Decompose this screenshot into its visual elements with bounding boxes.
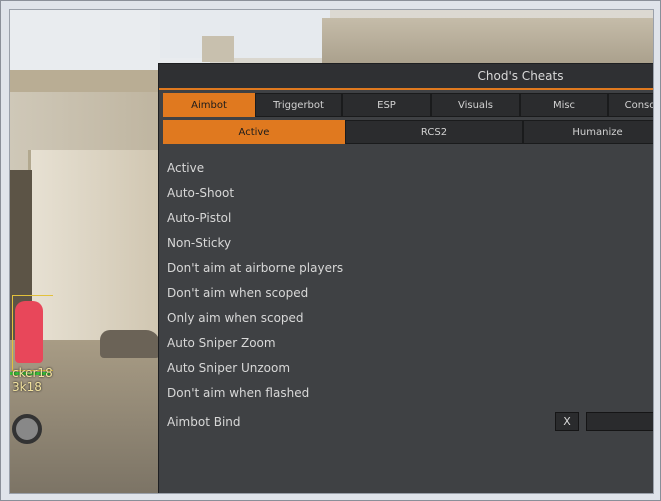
option-auto-pistol[interactable]: Auto-Pistol	[167, 206, 343, 231]
tab-console[interactable]: Conso	[608, 93, 653, 117]
tab-aimbot[interactable]: Aimbot	[163, 93, 255, 117]
menu-title: Chod's Cheats	[477, 69, 564, 83]
rubble	[100, 330, 160, 358]
main-tabs: Aimbot Triggerbot ESP Visuals Misc Conso	[159, 93, 653, 117]
option-no-aim-scoped[interactable]: Don't aim when scoped	[167, 281, 343, 306]
option-auto-sniper-zoom[interactable]: Auto Sniper Zoom	[167, 331, 343, 356]
distant-tower	[202, 36, 234, 62]
sky-right	[160, 10, 330, 58]
sub-tabs: Active RCS2 Humanize	[159, 120, 653, 144]
window-frame: cker18 3k18 Chod's Cheats Aimbot Trigger…	[0, 0, 661, 501]
option-no-aim-flashed[interactable]: Don't aim when flashed	[167, 381, 343, 406]
aimbot-bind-label: Aimbot Bind	[167, 415, 241, 429]
esp-name: cker18	[12, 366, 53, 380]
cheat-menu: Chod's Cheats Aimbot Triggerbot ESP Visu…	[158, 63, 653, 493]
stone-wall	[322, 18, 653, 66]
tab-triggerbot[interactable]: Triggerbot	[255, 93, 342, 117]
esp-subtext: 3k18	[12, 380, 42, 394]
option-only-aim-scoped[interactable]: Only aim when scoped	[167, 306, 343, 331]
menu-titlebar[interactable]: Chod's Cheats	[159, 64, 653, 90]
option-auto-sniper-unzoom[interactable]: Auto Sniper Unzoom	[167, 356, 343, 381]
tab-visuals[interactable]: Visuals	[431, 93, 520, 117]
tab-misc[interactable]: Misc	[520, 93, 608, 117]
option-active[interactable]: Active	[167, 156, 343, 181]
option-non-sticky[interactable]: Non-Sticky	[167, 231, 343, 256]
subtab-rcs2[interactable]: RCS2	[345, 120, 523, 144]
enemy-player	[12, 295, 53, 371]
esp-box	[12, 295, 53, 371]
option-no-airborne[interactable]: Don't aim at airborne players	[167, 256, 343, 281]
game-viewport: cker18 3k18 Chod's Cheats Aimbot Trigger…	[9, 9, 654, 494]
aimbot-bind-input[interactable]	[586, 412, 653, 431]
tire	[12, 414, 42, 444]
subtab-humanize[interactable]: Humanize	[523, 120, 653, 144]
option-list: Active Auto-Shoot Auto-Pistol Non-Sticky…	[167, 156, 343, 406]
subtab-active[interactable]: Active	[163, 120, 345, 144]
bind-clear-button[interactable]: X	[555, 412, 579, 431]
building-roof	[10, 70, 160, 92]
tab-esp[interactable]: ESP	[342, 93, 431, 117]
option-auto-shoot[interactable]: Auto-Shoot	[167, 181, 343, 206]
